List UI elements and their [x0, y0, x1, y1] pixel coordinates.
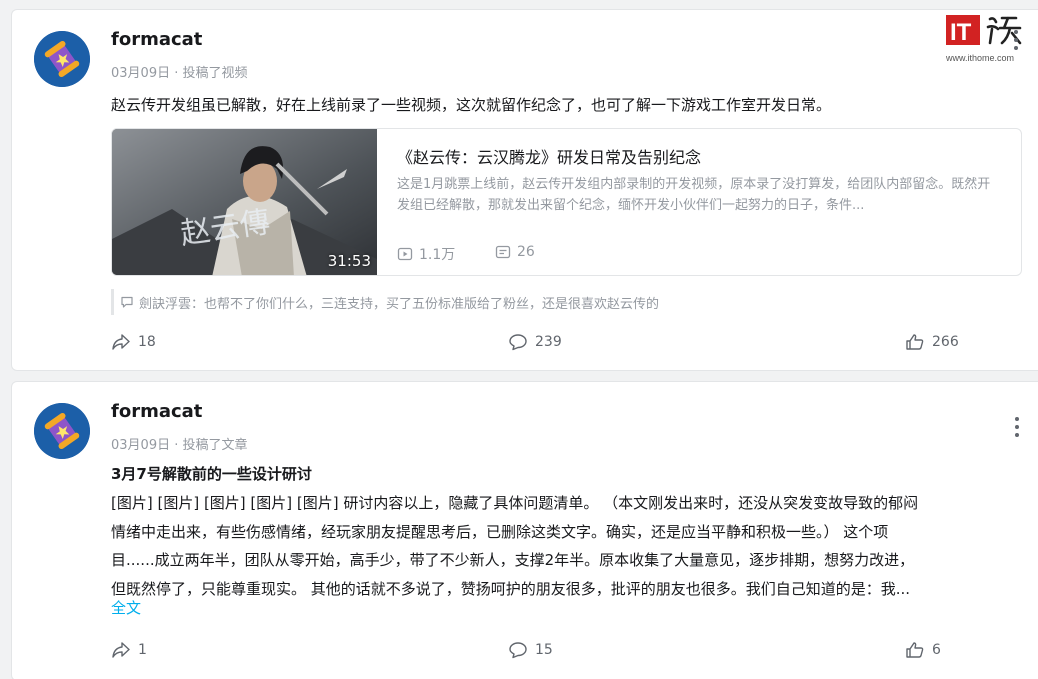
comment-button[interactable]: 239 [508, 333, 562, 351]
video-thumbnail[interactable]: 赵云傳 31:53 [112, 129, 377, 275]
expand-full-text-link[interactable]: 全文 [111, 597, 141, 618]
author-name[interactable]: formacat [111, 29, 202, 50]
comment-icon [509, 642, 527, 659]
video-description: 这是1月跳票上线前，赵云传开发组内部录制的开发视频，原本录了没打算发，给团队内部… [397, 177, 991, 213]
danmaku-icon [495, 245, 511, 259]
forward-icon [112, 642, 130, 658]
author-avatar[interactable] [34, 31, 90, 87]
forward-count: 1 [138, 642, 147, 658]
more-options-icon[interactable] [1007, 414, 1027, 440]
author-avatar[interactable] [34, 403, 90, 459]
danmaku-count: 26 [495, 244, 535, 260]
play-count: 1.1万 [397, 244, 455, 264]
play-icon [397, 247, 413, 261]
article-excerpt: [图片] [图片] [图片] [图片] [图片] 研讨内容以上，隐藏了具体问题清… [111, 489, 1011, 603]
like-count: 6 [932, 642, 941, 658]
forward-button[interactable]: 1 [111, 641, 147, 659]
article-line: [图片] [图片] [图片] [图片] [图片] 研讨内容以上，隐藏了具体问题清… [111, 494, 919, 512]
comment-count: 15 [535, 642, 553, 658]
article-post-card: formacat 03月09日 · 投稿了文章 3月7号解散前的一些设计研讨 [… [11, 381, 1038, 679]
forward-icon [112, 334, 130, 350]
comment-icon [509, 334, 527, 351]
like-button[interactable]: 266 [905, 333, 959, 351]
comment-bubble-icon [121, 296, 133, 308]
post-meta: 03月09日 · 投稿了视频 [111, 66, 248, 81]
watermark-url: www.ithome.com [945, 53, 1014, 63]
post-meta: 03月09日 · 投稿了文章 [111, 438, 248, 453]
video-post-card: formacat 03月09日 · 投稿了视频 赵云传开发组虽已解散，好在上线前… [11, 9, 1038, 371]
thumbs-up-icon [906, 642, 924, 658]
post-text: 赵云传开发组虽已解散，好在上线前录了一些视频，这次就留作纪念了，也可了解一下游戏… [111, 96, 832, 114]
hot-comment-preview[interactable]: 劍訣浮雲：也帮不了你们什么，三连支持，买了五份标准版给了粉丝，还是很喜欢赵云传的 [111, 289, 659, 315]
comment-count: 239 [535, 334, 562, 350]
thumbs-up-icon [906, 334, 924, 350]
article-line: 但既然停了，只能尊重现实。 其他的话就不多说了，赞扬呵护的朋友很多，批评的朋友也… [111, 579, 911, 598]
like-count: 266 [932, 334, 959, 350]
more-options-icon[interactable] [1006, 27, 1026, 53]
video-title[interactable]: 《赵云传：云汉腾龙》研发日常及告别纪念 [397, 144, 701, 168]
coin-jar-avatar-icon [34, 403, 90, 459]
ithome-watermark: IT www.ithome.com [944, 13, 1024, 67]
video-duration: 31:53 [327, 252, 371, 270]
forward-button[interactable]: 18 [111, 333, 156, 351]
article-title[interactable]: 3月7号解散前的一些设计研讨 [111, 463, 312, 484]
author-name[interactable]: formacat [111, 401, 202, 422]
article-line: 目......成立两年半，团队从零开始，高手少，带了不少新人，支撑2年半。原本收… [111, 551, 915, 569]
forward-count: 18 [138, 334, 156, 350]
coin-jar-avatar-icon [34, 31, 90, 87]
like-button[interactable]: 6 [905, 641, 941, 659]
danmaku-count-value: 26 [517, 244, 535, 260]
play-count-value: 1.1万 [419, 247, 456, 263]
video-card[interactable]: 赵云傳 31:53 《赵云传：云汉腾龙》研发日常及告别纪念 这是1月跳票上线前，… [111, 128, 1022, 276]
article-line: 情绪中走出来，有些伤感情绪，经玩家朋友提醒思考后，已删除这类文字。确实，还是应当… [111, 522, 889, 541]
hot-comment-text: 劍訣浮雲：也帮不了你们什么，三连支持，买了五份标准版给了粉丝，还是很喜欢赵云传的 [139, 296, 660, 312]
comment-button[interactable]: 15 [508, 641, 553, 659]
svg-text:IT: IT [950, 19, 972, 46]
